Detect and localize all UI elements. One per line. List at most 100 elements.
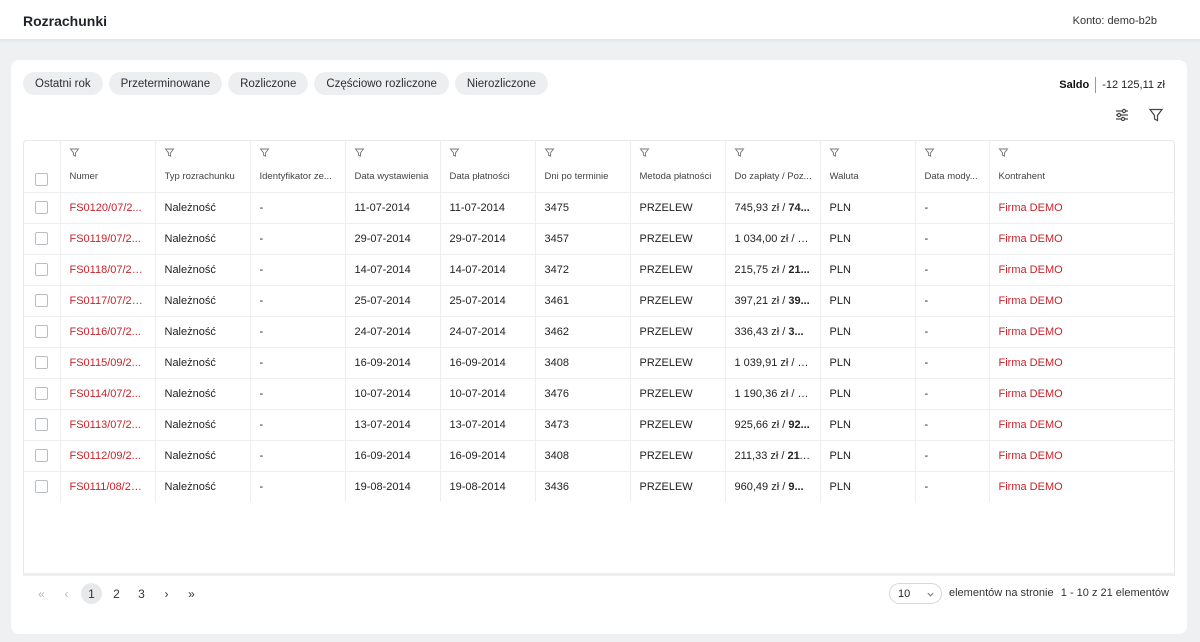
row-checkbox[interactable]	[35, 387, 49, 400]
payment-method: PRZELEW	[630, 377, 726, 409]
table-row[interactable]: FS0115/09/2... Należność -16-09-2014 16-09-…	[24, 346, 1174, 378]
issue-date: 24-07-2014	[345, 315, 441, 347]
contractor-link[interactable]: Firma DEMO	[989, 470, 1174, 502]
column-header-2[interactable]: Typ rozrachunku	[155, 141, 251, 192]
due-date: 19-08-2014	[440, 470, 536, 502]
table-row[interactable]: FS0112/09/2... Należność -16-09-2014 16-09-…	[24, 439, 1174, 471]
filter-chip-3[interactable]: Rozliczone	[228, 72, 309, 95]
identifier: -	[250, 315, 346, 347]
amount-due-value: 211,33 zł /	[734, 449, 788, 462]
column-header-11[interactable]: Kontrahent	[989, 141, 1174, 192]
document-number-link[interactable]: FS0120/07/2...	[60, 191, 156, 223]
days-overdue: 3475	[535, 191, 631, 223]
document-number-link[interactable]: FS0112/09/2...	[60, 439, 156, 471]
funnel-icon[interactable]	[734, 147, 745, 158]
column-header-5[interactable]: Data płatności	[440, 141, 536, 192]
column-header-label: Numer	[69, 171, 99, 182]
page-button-3[interactable]: 3	[131, 583, 152, 604]
filter-chip-2[interactable]: Przeterminowane	[108, 72, 223, 95]
filter-chips: Ostatni rok Przeterminowane Rozliczone Częś…	[23, 72, 548, 95]
table-row[interactable]: FS0116/07/2... Należność -24-07-2014 24-07-…	[24, 315, 1174, 347]
funnel-icon[interactable]	[829, 147, 840, 158]
contractor-link[interactable]: Firma DEMO	[989, 408, 1174, 440]
amount-due: 745,93 zł / 74...	[725, 191, 821, 223]
row-checkbox-cell	[24, 439, 61, 471]
filter-chip-1[interactable]: Ostatni rok	[23, 72, 103, 95]
table-row[interactable]: FS0113/07/2... Należność -13-07-2014 13-07-…	[24, 408, 1174, 440]
currency: PLN	[820, 191, 916, 223]
contractor-link[interactable]: Firma DEMO	[989, 253, 1174, 285]
row-checkbox[interactable]	[35, 263, 49, 276]
document-number-link[interactable]: FS0115/09/2...	[60, 346, 156, 378]
row-checkbox-cell	[24, 377, 61, 409]
row-checkbox[interactable]	[35, 356, 49, 369]
funnel-icon[interactable]	[449, 147, 460, 158]
select-all-checkbox[interactable]	[35, 173, 48, 186]
funnel-icon[interactable]	[69, 147, 80, 158]
column-header-6[interactable]: Dni po terminie	[535, 141, 631, 192]
funnel-icon[interactable]	[354, 147, 365, 158]
column-header-3[interactable]: Identyfikator ze...	[250, 141, 346, 192]
filter-icon[interactable]	[1147, 106, 1165, 124]
table-row[interactable]: FS0119/07/2... Należność -29-07-2014 29-07-…	[24, 222, 1174, 254]
funnel-icon[interactable]	[259, 147, 270, 158]
document-number-link[interactable]: FS0117/07/20...	[60, 284, 156, 316]
last-page-button[interactable]: »	[181, 583, 202, 604]
row-checkbox[interactable]	[35, 325, 49, 338]
table-row[interactable]: FS0111/08/20... Należność -19-08-2014 19-08…	[24, 470, 1174, 502]
row-checkbox[interactable]	[35, 294, 49, 307]
first-page-button[interactable]: «	[31, 583, 52, 604]
page-button-1[interactable]: 1	[81, 583, 102, 604]
column-header-label: Data płatności	[449, 171, 510, 182]
document-number-link[interactable]: FS0118/07/20...	[60, 253, 156, 285]
amount-due: 1 190,36 zł / 1...	[725, 377, 821, 409]
row-checkbox[interactable]	[35, 480, 49, 494]
amount-remaining-value: 39...	[788, 294, 810, 307]
currency: PLN	[820, 408, 916, 440]
funnel-icon[interactable]	[164, 147, 175, 158]
page-size-select[interactable]: 10	[889, 583, 942, 604]
contractor-link[interactable]: Firma DEMO	[989, 222, 1174, 254]
table-row[interactable]: FS0114/07/2... Należność -10-07-2014 10-07-…	[24, 377, 1174, 409]
row-checkbox[interactable]	[35, 449, 49, 462]
column-header-9[interactable]: Waluta	[820, 141, 916, 192]
table-row[interactable]: FS0118/07/20... Należność -14-07-2014 14-07…	[24, 253, 1174, 285]
contractor-link[interactable]: Firma DEMO	[989, 377, 1174, 409]
row-checkbox[interactable]	[35, 418, 49, 431]
row-checkbox[interactable]	[35, 232, 49, 245]
contractor-link[interactable]: Firma DEMO	[989, 439, 1174, 471]
document-number-link[interactable]: FS0114/07/2...	[60, 377, 156, 409]
contractor-link[interactable]: Firma DEMO	[989, 284, 1174, 316]
column-header-7[interactable]: Metoda płatności	[630, 141, 726, 192]
row-checkbox[interactable]	[35, 201, 49, 214]
due-date: 11-07-2014	[440, 191, 536, 223]
table-header: Numer Typ rozrachunku Identyfikator ze... D…	[24, 141, 1174, 192]
sliders-icon[interactable]	[1113, 106, 1131, 124]
funnel-icon[interactable]	[998, 147, 1009, 158]
table-row[interactable]: FS0120/07/2... Należność -11-07-2014 11-07-…	[24, 191, 1174, 223]
contractor-link[interactable]: Firma DEMO	[989, 191, 1174, 223]
contractor-link[interactable]: Firma DEMO	[989, 346, 1174, 378]
document-number-link[interactable]: FS0119/07/2...	[60, 222, 156, 254]
page-button-2[interactable]: 2	[106, 583, 127, 604]
document-number-link[interactable]: FS0113/07/2...	[60, 408, 156, 440]
funnel-icon[interactable]	[639, 147, 650, 158]
funnel-icon[interactable]	[924, 147, 935, 158]
document-number-link[interactable]: FS0111/08/20...	[60, 470, 156, 502]
due-date: 13-07-2014	[440, 408, 536, 440]
column-header-8[interactable]: Do zapłaty / Poz...	[725, 141, 821, 192]
issue-date: 10-07-2014	[345, 377, 441, 409]
prev-page-button[interactable]: ‹	[56, 583, 77, 604]
settlement-type: Należność	[155, 222, 251, 254]
document-number-link[interactable]: FS0116/07/2...	[60, 315, 156, 347]
column-header-1[interactable]: Numer	[60, 141, 156, 192]
contractor-link[interactable]: Firma DEMO	[989, 315, 1174, 347]
issue-date: 25-07-2014	[345, 284, 441, 316]
filter-chip-5[interactable]: Nierozliczone	[454, 72, 548, 95]
filter-chip-4[interactable]: Częściowo rozliczone	[314, 72, 449, 95]
funnel-icon[interactable]	[544, 147, 555, 158]
column-header-10[interactable]: Data mody...	[915, 141, 990, 192]
table-row[interactable]: FS0117/07/20... Należność -25-07-2014 25-07…	[24, 284, 1174, 316]
column-header-4[interactable]: Data wystawienia	[345, 141, 441, 192]
next-page-button[interactable]: ›	[156, 583, 177, 604]
